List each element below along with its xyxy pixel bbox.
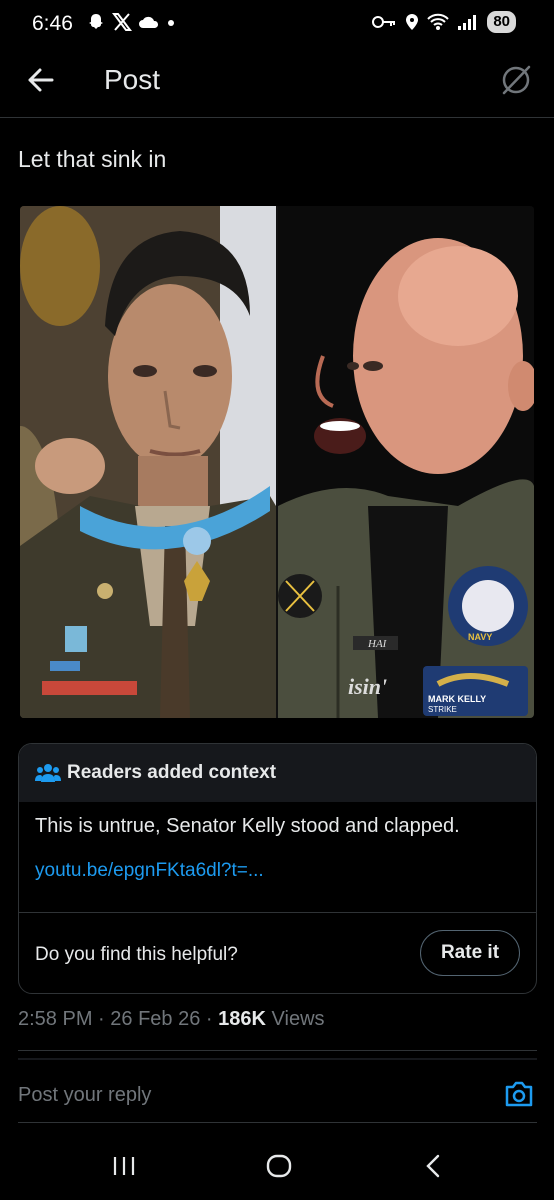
battery-indicator: 80 bbox=[487, 11, 516, 33]
grok-icon[interactable] bbox=[498, 62, 534, 98]
soldier-illustration bbox=[20, 206, 276, 718]
divider bbox=[18, 1058, 537, 1060]
helpful-question: Do you find this helpful? bbox=[35, 944, 238, 965]
post-time: 2:58 PM bbox=[18, 1008, 93, 1030]
post-date: 26 Feb 26 bbox=[110, 1008, 201, 1030]
note-header: Readers added context bbox=[19, 744, 536, 802]
kelly-photo: HAI isin' NAVY MARK KELLY STRIKE bbox=[278, 206, 534, 718]
views-count[interactable]: 186K bbox=[218, 1008, 266, 1030]
patch-strike-text: STRIKE bbox=[428, 705, 457, 714]
patch-name-text: MARK KELLY bbox=[428, 694, 486, 704]
system-nav-bar bbox=[0, 1135, 554, 1200]
kelly-illustration: HAI isin' NAVY MARK KELLY STRIKE bbox=[278, 206, 534, 718]
soldier-photo bbox=[20, 206, 276, 718]
nav-back-icon[interactable] bbox=[422, 1153, 446, 1179]
recents-icon[interactable] bbox=[112, 1155, 136, 1177]
snapchat-icon bbox=[89, 14, 103, 29]
note-heading: Readers added context bbox=[67, 762, 277, 783]
note-divider bbox=[19, 912, 536, 913]
key-icon bbox=[372, 16, 396, 28]
signal-icon bbox=[458, 15, 477, 30]
rate-it-button[interactable]: Rate it bbox=[420, 930, 520, 976]
x-logo-icon bbox=[112, 13, 132, 31]
readers-icon bbox=[35, 764, 61, 782]
shirt-text: isin' bbox=[348, 674, 387, 699]
note-source-link[interactable]: youtu.be/epgnFKta6dl?t=... bbox=[35, 860, 520, 882]
status-time: 6:46 bbox=[32, 12, 73, 35]
post-meta: 2:58 PM · 26 Feb 26 · 186K Views bbox=[18, 1008, 325, 1030]
page-title: Post bbox=[104, 64, 161, 95]
cloud-icon bbox=[139, 16, 159, 28]
location-icon bbox=[406, 14, 419, 30]
patch-navy-text: NAVY bbox=[468, 632, 492, 642]
wifi-icon bbox=[427, 13, 450, 30]
status-bar: 6:46 80 bbox=[0, 0, 554, 50]
reply-input[interactable]: Post your reply bbox=[18, 1084, 151, 1107]
divider bbox=[18, 1050, 537, 1051]
community-note: Readers added context This is untrue, Se… bbox=[18, 743, 537, 994]
post-text: Let that sink in bbox=[18, 146, 167, 172]
camera-icon[interactable] bbox=[504, 1080, 534, 1108]
post-header: Post bbox=[0, 50, 554, 118]
note-body-text: This is untrue, Senator Kelly stood and … bbox=[35, 815, 460, 837]
notification-dot-icon bbox=[168, 20, 174, 26]
patch-top-text: HAI bbox=[367, 638, 388, 650]
post-media[interactable]: HAI isin' NAVY MARK KELLY STRIKE bbox=[20, 206, 534, 718]
back-arrow-icon[interactable] bbox=[22, 64, 62, 96]
divider bbox=[18, 1122, 537, 1123]
home-icon[interactable] bbox=[265, 1153, 293, 1179]
views-label: Views bbox=[271, 1008, 325, 1030]
